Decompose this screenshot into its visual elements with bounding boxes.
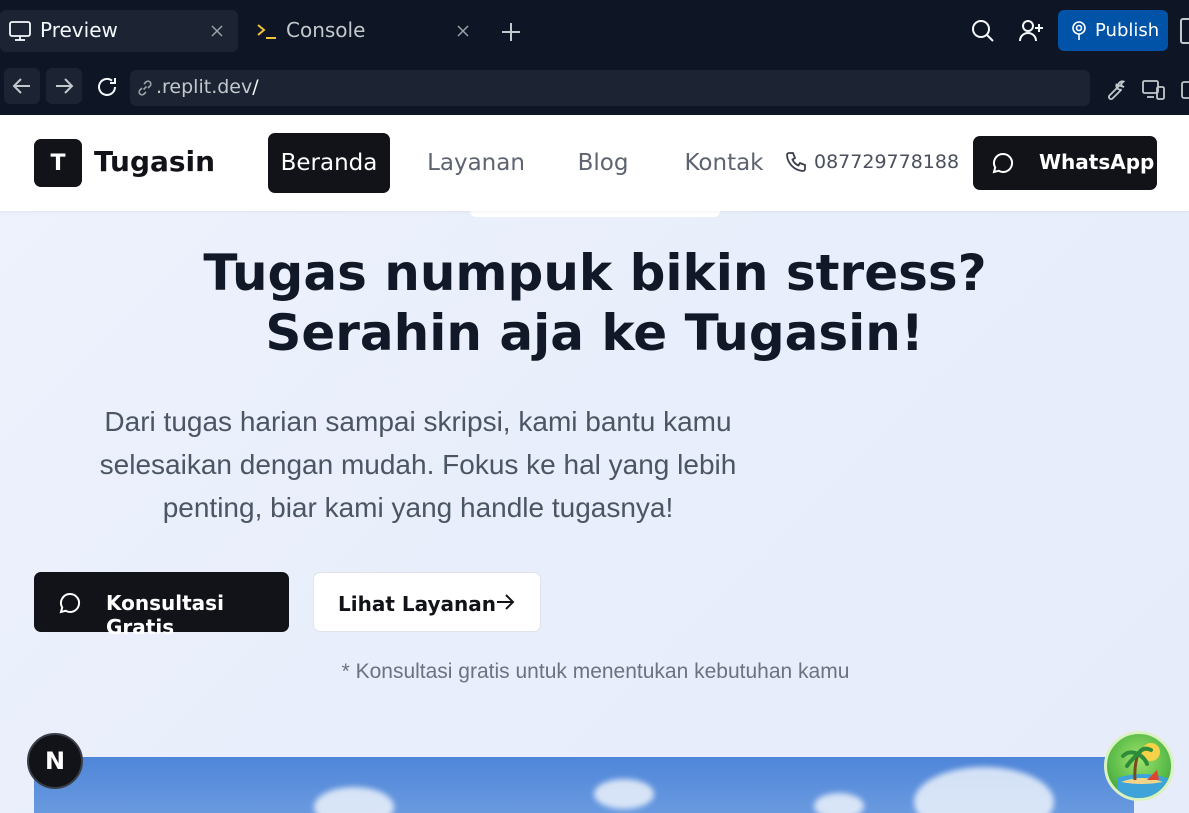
devices-icon[interactable]	[1141, 78, 1165, 102]
phone-icon	[786, 152, 806, 172]
arrow-right-icon	[497, 594, 515, 610]
link-icon	[138, 80, 152, 96]
arrow-right-icon	[56, 78, 74, 94]
add-tab-icon[interactable]	[498, 19, 524, 45]
workspace-tab-bar: Preview Console Publish	[0, 0, 1189, 62]
preview-toolbar: .replit.dev/	[0, 62, 1189, 115]
hero-subtitle: Dari tugas harian sampai skripsi, kami b…	[99, 406, 737, 523]
chat-bubble-icon	[59, 592, 81, 614]
consult-note: * Konsultasi gratis untuk menentukan keb…	[341, 660, 850, 683]
reload-button[interactable]	[90, 68, 124, 104]
forward-button[interactable]	[46, 68, 82, 104]
nav-beranda[interactable]: Beranda	[268, 133, 390, 193]
hero-title: Tugas numpuk bikin stress? Serahin aja k…	[0, 243, 1189, 363]
nav-layanan[interactable]: Layanan	[420, 133, 532, 193]
url-path: /	[252, 76, 259, 98]
consult-button-label: Konsultasi Gratis	[106, 591, 224, 639]
tab-console[interactable]: Console	[244, 10, 484, 52]
nav-blog[interactable]: Blog	[560, 133, 646, 193]
external-panel-icon[interactable]	[1178, 78, 1189, 102]
terminal-icon	[257, 24, 276, 39]
url-text: .replit.dev/	[156, 76, 259, 98]
consult-button[interactable]: Konsultasi Gratis	[34, 572, 289, 639]
cloud-shape	[594, 779, 654, 809]
view-services-label: Lihat Layanan	[338, 592, 496, 616]
site-header: T Tugasin Beranda Layanan Blog Kontak 08…	[0, 115, 1189, 211]
close-tab-icon[interactable]	[208, 22, 226, 40]
replit-agent-avatar[interactable]	[1104, 731, 1174, 801]
invite-user-icon[interactable]	[1018, 18, 1044, 44]
hero-title-line-1: Tugas numpuk bikin stress?	[203, 244, 987, 302]
reload-icon	[98, 77, 116, 96]
back-button[interactable]	[4, 68, 40, 104]
chat-bubble-icon	[992, 152, 1014, 174]
whatsapp-button[interactable]: WhatsApp	[973, 136, 1157, 190]
brand-name[interactable]: Tugasin	[94, 145, 215, 178]
tab-preview[interactable]: Preview	[0, 10, 238, 52]
publish-button[interactable]: Publish	[1058, 10, 1168, 51]
monitor-icon	[9, 21, 31, 41]
devtools-wrench-icon[interactable]	[1102, 78, 1126, 102]
close-tab-icon[interactable]	[454, 22, 472, 40]
phone-number: 087729778188	[814, 151, 960, 173]
logo-mark[interactable]: T	[34, 139, 82, 187]
cloud-shape	[314, 787, 394, 813]
url-input[interactable]: .replit.dev/	[130, 70, 1090, 106]
nav-kontak[interactable]: Kontak	[676, 133, 772, 193]
nextjs-dev-indicator[interactable]: N	[27, 733, 83, 789]
site-preview: T Tugasin Beranda Layanan Blog Kontak 08…	[0, 115, 1189, 813]
panel-icon[interactable]	[1180, 18, 1189, 44]
search-icon[interactable]	[970, 18, 996, 44]
whatsapp-label: WhatsApp	[1039, 150, 1155, 174]
publish-icon	[1072, 21, 1086, 40]
tab-preview-label: Preview	[40, 18, 118, 42]
tab-console-label: Console	[286, 18, 366, 42]
hero-title-line-2: Serahin aja ke Tugasin!	[265, 304, 924, 362]
arrow-left-icon	[12, 78, 30, 94]
cloud-shape	[814, 793, 864, 813]
publish-label: Publish	[1095, 20, 1160, 41]
view-services-button[interactable]: Lihat Layanan	[313, 572, 541, 632]
cloud-shape	[914, 767, 1054, 813]
hero-image	[34, 757, 1134, 813]
